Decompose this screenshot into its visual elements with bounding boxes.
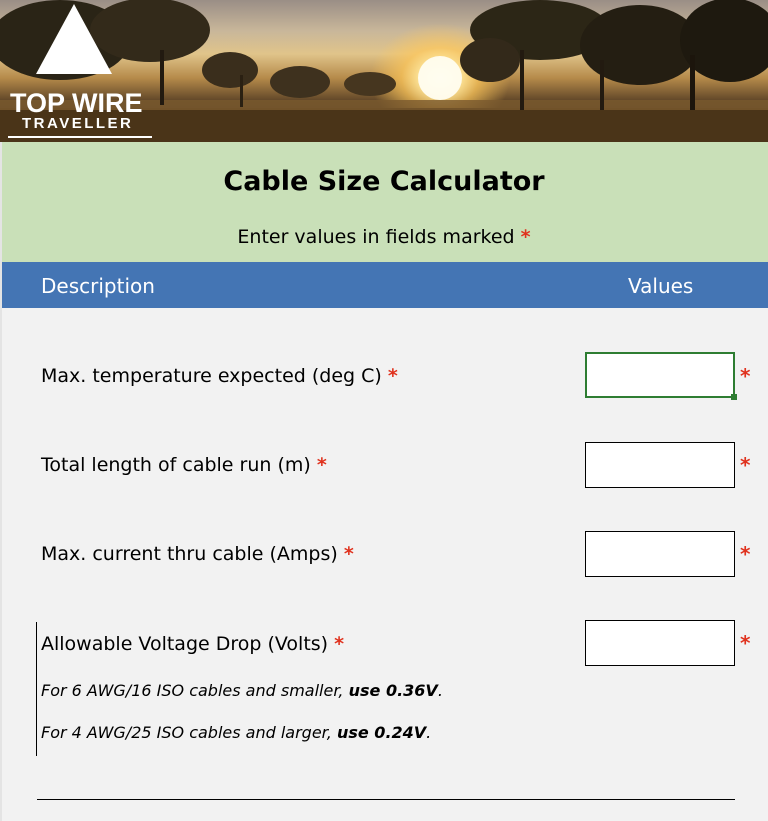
page-title: Cable Size Calculator	[223, 166, 545, 197]
header-banner-image: TOP WIRE TRAVELLER	[0, 0, 768, 142]
group-divider-vertical	[36, 622, 37, 756]
voltage-drop-label: Allowable Voltage Drop (Volts) *	[41, 633, 344, 655]
note-value: use 0.36V	[348, 681, 438, 700]
temperature-input[interactable]	[585, 352, 735, 398]
required-star: *	[387, 365, 398, 387]
logo-underline	[8, 136, 152, 138]
required-star: *	[520, 226, 531, 248]
calculator-header: Cable Size Calculator Enter values in fi…	[0, 142, 768, 262]
required-star: *	[334, 633, 345, 655]
note-suffix: .	[437, 681, 443, 700]
temperature-label-text: Max. temperature expected (deg C)	[41, 365, 382, 387]
column-values: Values	[628, 274, 694, 298]
column-description: Description	[41, 274, 155, 298]
required-star: *	[740, 542, 751, 566]
cell-fill-handle[interactable]	[731, 394, 737, 400]
note-text: For 6 AWG/16 ISO cables and smaller,	[41, 681, 344, 700]
current-label-text: Max. current thru cable (Amps)	[41, 543, 338, 565]
voltage-drop-label-text: Allowable Voltage Drop (Volts)	[41, 633, 329, 655]
voltage-note-large-cables: For 4 AWG/25 ISO cables and larger, use …	[41, 723, 431, 742]
column-header-bar: Description Values	[0, 262, 768, 308]
required-star: *	[343, 543, 354, 565]
note-value: use 0.24V	[336, 723, 427, 742]
cable-length-label-text: Total length of cable run (m)	[41, 454, 311, 476]
logo-subtitle: TRAVELLER	[22, 115, 134, 132]
instruction-text: Enter values in fields marked *	[0, 226, 768, 248]
current-input[interactable]	[585, 531, 735, 577]
cable-length-label: Total length of cable run (m) *	[41, 454, 327, 476]
current-label: Max. current thru cable (Amps) *	[41, 543, 354, 565]
required-star: *	[740, 631, 751, 655]
sheet-edge	[0, 142, 2, 821]
instruction-label: Enter values in fields marked	[237, 226, 515, 248]
note-suffix: .	[426, 723, 432, 742]
section-divider	[37, 799, 735, 800]
mountain-logo-icon	[36, 4, 112, 74]
cable-length-input[interactable]	[585, 442, 735, 488]
voltage-note-small-cables: For 6 AWG/16 ISO cables and smaller, use…	[41, 681, 443, 700]
note-text: For 4 AWG/25 ISO cables and larger,	[41, 723, 332, 742]
required-star: *	[740, 453, 751, 477]
required-star: *	[740, 364, 751, 388]
voltage-drop-input[interactable]	[585, 620, 735, 666]
temperature-label: Max. temperature expected (deg C) *	[41, 365, 398, 387]
required-star: *	[316, 454, 327, 476]
top-wire-logo: TOP WIRE TRAVELLER	[4, 0, 152, 142]
